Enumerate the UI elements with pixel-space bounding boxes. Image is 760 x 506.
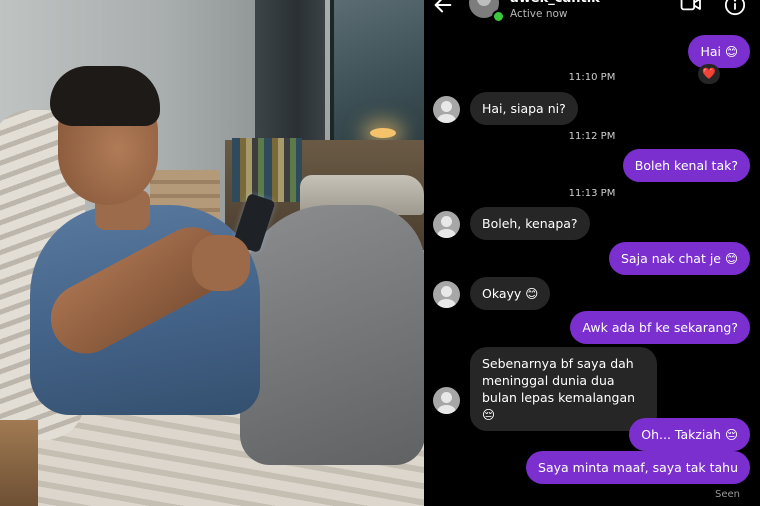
chat-header: awek_cantik Active now <box>424 0 760 28</box>
chat-screen: awek_cantik Active now Hai 😊 ❤️ 11:10 PM… <box>424 0 760 506</box>
message-outgoing[interactable]: Saja nak chat je 😊 <box>609 242 750 275</box>
timestamp: 11:12 PM <box>568 131 616 142</box>
message-outgoing[interactable]: Hai 😊 <box>688 35 750 68</box>
arrow-left-icon[interactable] <box>432 0 454 16</box>
contact-avatar-small[interactable] <box>433 281 460 308</box>
message-outgoing[interactable]: Awk ada bf ke sekarang? <box>570 311 750 344</box>
message-incoming[interactable]: Boleh, kenapa? <box>470 207 590 240</box>
video-camera-icon[interactable] <box>680 0 702 13</box>
message-outgoing[interactable]: Saya minta maaf, saya tak tahu <box>526 451 750 484</box>
message-incoming[interactable]: Sebenarnya bf saya dah meninggal dunia d… <box>470 347 657 431</box>
online-status-dot <box>492 10 505 23</box>
street-light <box>370 128 396 138</box>
man-legs <box>240 205 424 465</box>
message-outgoing[interactable]: Oh... Takziah 😔 <box>629 418 750 451</box>
message-incoming[interactable]: Okayy 😊 <box>470 277 551 310</box>
message-incoming[interactable]: Hai, siapa ni? <box>470 92 578 125</box>
timestamp: 11:10 PM <box>568 72 616 83</box>
contact-avatar-small[interactable] <box>433 96 460 123</box>
seen-indicator: Seen <box>715 489 740 500</box>
contact-username[interactable]: awek_cantik <box>510 0 600 6</box>
books <box>232 138 302 202</box>
contact-avatar-small[interactable] <box>433 211 460 238</box>
nightstand <box>0 420 38 506</box>
man-hand <box>192 235 250 291</box>
man-hair <box>50 66 160 126</box>
contact-status: Active now <box>510 8 568 20</box>
contact-avatar-small[interactable] <box>433 387 460 414</box>
info-circle-icon[interactable] <box>724 0 746 16</box>
photo-man-on-phone <box>0 0 424 506</box>
timestamp: 11:13 PM <box>568 188 616 199</box>
message-outgoing[interactable]: Boleh kenal tak? <box>622 149 750 182</box>
